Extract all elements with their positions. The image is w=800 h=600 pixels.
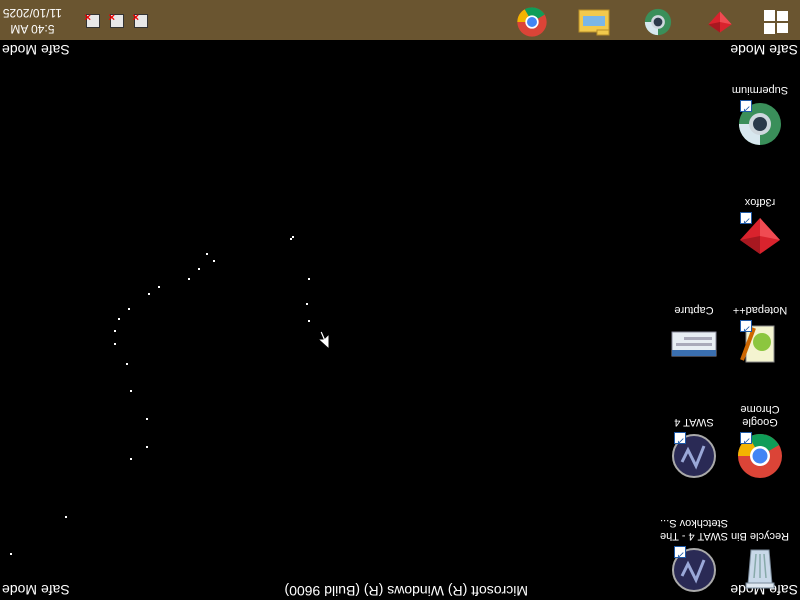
chrome-icon: [736, 432, 784, 480]
clock-date: 11/10/2025: [2, 6, 62, 20]
file-explorer-icon: [578, 4, 610, 37]
desktop-icon-recycle-bin[interactable]: Recycle Bin: [725, 529, 795, 594]
shortcut-arrow-icon: [674, 432, 686, 444]
desktop-icon-label: Recycle Bin: [730, 530, 790, 542]
desktop-icon-label: SWAT 4: [674, 416, 714, 428]
capture-icon: [670, 320, 718, 368]
desktop-icon-label: r3dfox: [744, 196, 776, 208]
desktop-icon-swat4[interactable]: SWAT 4: [659, 415, 729, 480]
taskbar-chrome-button[interactable]: [512, 2, 552, 39]
safe-mode-label-bottom-right: Safe Mode: [2, 42, 70, 58]
desktop-icon-label: Supermium: [731, 84, 789, 96]
windows-logo-icon: [763, 5, 789, 36]
supermium-icon: [736, 100, 784, 148]
safe-mode-label-top-right: Safe Mode: [2, 582, 70, 598]
screen: Safe Mode Safe Mode Safe Mode Safe Mode …: [0, 0, 800, 600]
shortcut-arrow-icon: [674, 546, 686, 558]
action-center-error-icon[interactable]: [86, 14, 100, 28]
desktop-icon-supermium[interactable]: Supermium: [725, 83, 795, 148]
desktop-icon-label: Google Chrome: [740, 403, 780, 428]
swat4-icon: [670, 432, 718, 480]
shortcut-arrow-icon: [740, 320, 752, 332]
taskbar-supermium-button[interactable]: [638, 4, 678, 36]
taskbar-r3dfox-button[interactable]: [700, 4, 740, 36]
r3dfox-icon: [705, 4, 735, 37]
safe-mode-label-bottom-left: Safe Mode: [730, 42, 798, 58]
swat4-icon: [670, 546, 718, 594]
shortcut-arrow-icon: [740, 100, 752, 112]
desktop-icon-notepadpp[interactable]: Notepad++: [725, 303, 795, 368]
network-error-icon[interactable]: [134, 14, 148, 28]
build-info: Microsoft (R) Windows (R) (Build 9600): [284, 583, 529, 599]
desktop-icon-google-chrome[interactable]: Google Chrome: [725, 402, 795, 480]
desktop[interactable]: Safe Mode Safe Mode Safe Mode Safe Mode …: [0, 0, 800, 600]
taskbar-clock[interactable]: 5:40 AM 11/10/2025: [3, 5, 62, 37]
start-button[interactable]: [756, 4, 796, 36]
clock-time: 5:40 AM: [10, 22, 55, 36]
desktop-icon-label: Capture: [674, 304, 714, 316]
system-tray: [80, 0, 150, 40]
desktop-icon-label: SWAT 4 - The Stetchkov S...: [659, 517, 729, 542]
desktop-icon-r3dfox[interactable]: r3dfox: [725, 195, 795, 260]
volume-error-icon[interactable]: [110, 14, 124, 28]
desktop-icon-swat4-stetchkov[interactable]: SWAT 4 - The Stetchkov S...: [659, 516, 729, 594]
notepadpp-icon: [736, 320, 784, 368]
desktop-icon-label: Notepad++: [732, 304, 788, 316]
shortcut-arrow-icon: [740, 212, 752, 224]
r3dfox-icon: [736, 212, 784, 260]
supermium-icon: [643, 3, 673, 38]
shortcut-arrow-icon: [740, 432, 752, 444]
recycle-bin-icon: [736, 546, 784, 594]
taskbar: 5:40 AM 11/10/2025: [0, 0, 800, 40]
desktop-icon-capture[interactable]: Capture: [659, 303, 729, 368]
taskbar-file-explorer-button[interactable]: [574, 4, 614, 36]
chrome-icon: [516, 2, 548, 39]
